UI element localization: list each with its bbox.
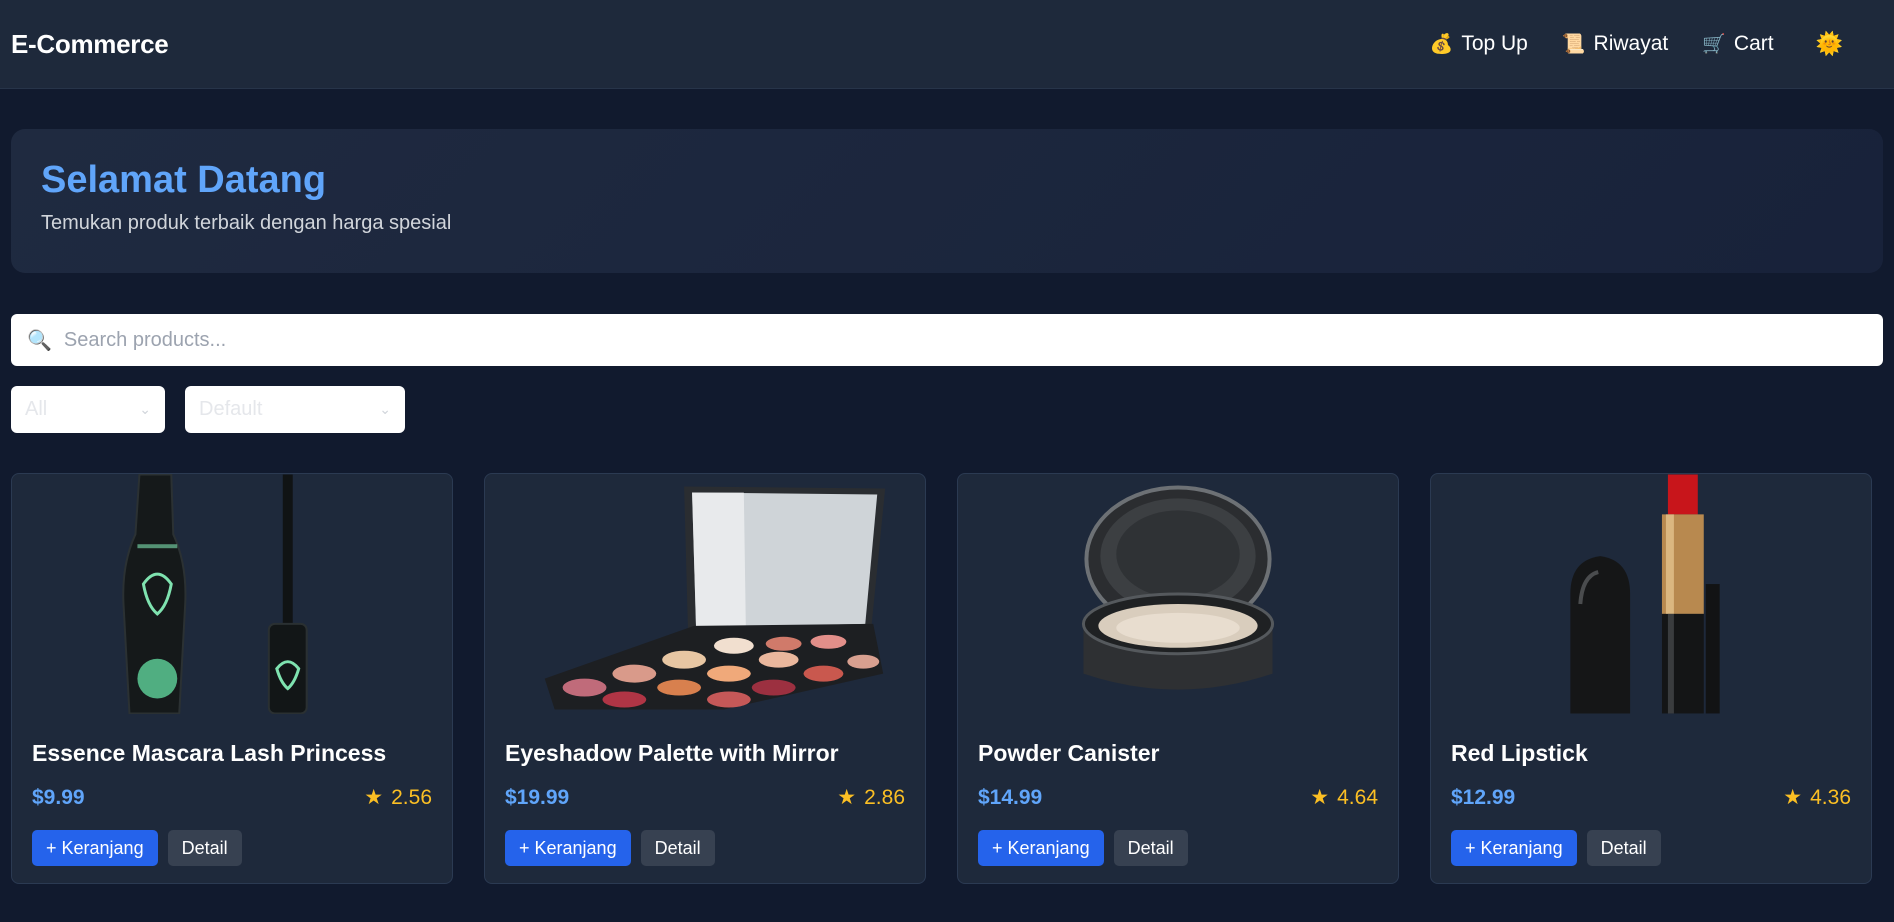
add-to-cart-button[interactable]: + Keranjang [1451, 830, 1577, 866]
star-icon: ★ [1310, 786, 1330, 809]
product-name[interactable]: Powder Canister [978, 740, 1378, 767]
nav-riwayat[interactable]: 📜 Riwayat [1562, 32, 1668, 56]
product-meta: $14.99 ★ 4.64 [978, 785, 1378, 810]
product-rating: ★ 4.64 [1310, 785, 1378, 810]
product-grid: Essence Mascara Lash Princess $9.99 ★ 2.… [11, 473, 1883, 884]
product-meta: $12.99 ★ 4.36 [1451, 785, 1851, 810]
product-name[interactable]: Essence Mascara Lash Princess [32, 740, 432, 767]
product-price: $12.99 [1451, 785, 1516, 809]
sort-select-value: Default [199, 398, 263, 420]
product-card[interactable]: Red Lipstick $12.99 ★ 4.36 + Keranjang D… [1430, 473, 1872, 884]
search-bar: 🔍 [11, 314, 1883, 366]
product-card[interactable]: Essence Mascara Lash Princess $9.99 ★ 2.… [11, 473, 453, 884]
rating-value: 2.86 [864, 785, 905, 809]
star-icon: ★ [1783, 786, 1803, 809]
star-icon: ★ [364, 786, 384, 809]
product-name[interactable]: Red Lipstick [1451, 740, 1851, 767]
product-rating: ★ 2.86 [837, 785, 905, 810]
product-image[interactable] [958, 474, 1398, 714]
product-actions: + Keranjang Detail [505, 830, 905, 866]
product-price: $9.99 [32, 785, 85, 809]
product-image[interactable] [1431, 474, 1871, 714]
filters: All ⌄ Default ⌄ [11, 386, 1883, 433]
detail-button[interactable]: Detail [167, 830, 242, 866]
add-to-cart-button[interactable]: + Keranjang [978, 830, 1104, 866]
product-card[interactable]: Eyeshadow Palette with Mirror $19.99 ★ 2… [484, 473, 926, 884]
search-icon: 🔍 [27, 329, 52, 352]
nav-riwayat-label: Riwayat [1593, 32, 1669, 55]
add-to-cart-button[interactable]: + Keranjang [32, 830, 158, 866]
product-name[interactable]: Eyeshadow Palette with Mirror [505, 740, 905, 767]
hero-title: Selamat Datang [41, 159, 327, 201]
nav-top-up-label: Top Up [1461, 32, 1528, 55]
product-image[interactable] [485, 474, 925, 714]
nav-links: 💰 Top Up 📜 Riwayat 🛒 Cart 🌞 [1430, 31, 1883, 57]
detail-button[interactable]: Detail [1586, 830, 1661, 866]
product-price: $14.99 [978, 785, 1043, 809]
product-rating: ★ 4.36 [1783, 785, 1851, 810]
product-price: $19.99 [505, 785, 570, 809]
chevron-down-icon: ⌄ [379, 401, 391, 417]
product-image[interactable] [12, 474, 452, 714]
hero-subtitle: Temukan produk terbaik dengan harga spes… [41, 212, 452, 234]
detail-button[interactable]: Detail [640, 830, 715, 866]
hero-banner: Selamat Datang Temukan produk terbaik de… [11, 129, 1883, 273]
product-card[interactable]: Powder Canister $14.99 ★ 4.64 + Keranjan… [957, 473, 1399, 884]
navbar: E-Commerce 💰 Top Up 📜 Riwayat 🛒 Cart 🌞 [0, 0, 1894, 89]
category-select-value: All [25, 398, 48, 420]
detail-button[interactable]: Detail [1113, 830, 1188, 866]
sort-select[interactable]: Default ⌄ [185, 386, 405, 433]
rating-value: 4.36 [1810, 785, 1851, 809]
product-actions: + Keranjang Detail [32, 830, 432, 866]
nav-top-up[interactable]: 💰 Top Up [1430, 32, 1528, 56]
rating-value: 2.56 [391, 785, 432, 809]
brand-title[interactable]: E-Commerce [11, 29, 169, 60]
chevron-down-icon: ⌄ [139, 401, 151, 417]
search-input[interactable] [63, 328, 1867, 352]
category-select[interactable]: All ⌄ [11, 386, 165, 433]
product-meta: $19.99 ★ 2.86 [505, 785, 905, 810]
rating-value: 4.64 [1337, 785, 1378, 809]
product-meta: $9.99 ★ 2.56 [32, 785, 432, 810]
theme-toggle-sun-icon[interactable]: 🌞 [1816, 31, 1843, 57]
cart-icon: 🛒 [1702, 33, 1726, 55]
product-actions: + Keranjang Detail [978, 830, 1378, 866]
nav-cart[interactable]: 🛒 Cart [1702, 32, 1773, 56]
product-actions: + Keranjang Detail [1451, 830, 1851, 866]
nav-cart-label: Cart [1733, 32, 1774, 55]
add-to-cart-button[interactable]: + Keranjang [505, 830, 631, 866]
money-bag-icon: 💰 [1429, 33, 1454, 55]
product-rating: ★ 2.56 [364, 785, 432, 810]
star-icon: ★ [837, 786, 857, 809]
scroll-icon: 📜 [1561, 33, 1586, 55]
main-content: Selamat Datang Temukan produk terbaik de… [0, 89, 1894, 884]
